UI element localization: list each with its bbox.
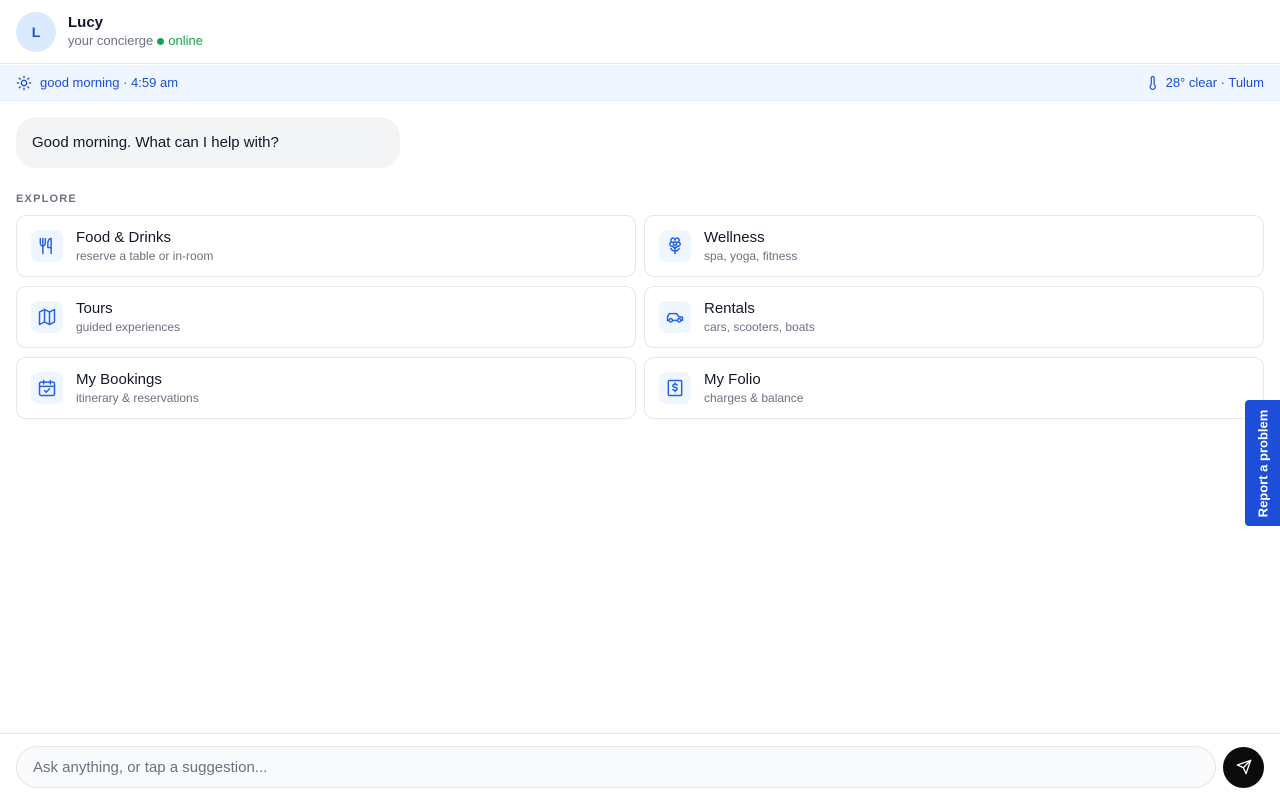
assistant-message-text: Good morning. What can I help with? xyxy=(32,134,279,151)
utensils-icon xyxy=(31,230,63,262)
card-tours[interactable]: Tours guided experiences xyxy=(16,286,636,348)
send-button[interactable] xyxy=(1223,746,1264,788)
composer xyxy=(0,733,1280,800)
weather: 28° clear · Tulum xyxy=(1146,75,1264,91)
thermometer-icon xyxy=(1149,75,1156,90)
agent-subtitle: your concierge online xyxy=(68,33,203,49)
greeting-time-text: good morning · 4:59 am xyxy=(40,75,179,90)
agent-name: Lucy xyxy=(68,14,104,31)
explore-grid: Food & Drinks reserve a table or in-room… xyxy=(16,215,1264,419)
assistant-message: Good morning. What can I help with? xyxy=(16,117,400,168)
chat-header: L Lucy your concierge online xyxy=(0,0,1280,64)
card-title: Wellness xyxy=(704,228,765,246)
receipt-icon xyxy=(659,372,691,404)
card-subtitle: reserve a table or in-room xyxy=(76,248,214,263)
card-title: Tours xyxy=(76,299,113,317)
send-icon xyxy=(1236,759,1251,775)
card-title: Food & Drinks xyxy=(76,228,172,246)
card-rentals[interactable]: Rentals cars, scooters, boats xyxy=(644,286,1264,348)
card-my-bookings[interactable]: My Bookings itinerary & reservations xyxy=(16,357,636,419)
card-subtitle: charges & balance xyxy=(704,390,804,405)
flower-icon xyxy=(659,230,691,262)
explore-label: EXPLORE xyxy=(16,193,77,205)
report-problem-label: Report a problem xyxy=(1255,409,1270,517)
online-dot-icon xyxy=(157,37,165,45)
calendar-check-icon xyxy=(31,372,63,404)
card-subtitle: guided experiences xyxy=(76,319,181,334)
card-wellness[interactable]: Wellness spa, yoga, fitness xyxy=(644,215,1264,277)
card-title: Rentals xyxy=(704,299,755,317)
agent-role: your concierge xyxy=(68,33,154,48)
card-subtitle: spa, yoga, fitness xyxy=(704,248,798,263)
car-icon xyxy=(659,301,691,333)
online-status: online xyxy=(168,33,203,48)
weather-text: 28° clear · Tulum xyxy=(1165,75,1264,90)
agent-info: Lucy your concierge online xyxy=(68,14,203,49)
greeting-time: good morning · 4:59 am xyxy=(16,75,178,91)
map-icon xyxy=(31,301,63,333)
status-strip: good morning · 4:59 am 28° clear · Tulum xyxy=(0,65,1280,101)
concierge-app: L Lucy your concierge online good mornin… xyxy=(0,0,1280,800)
sun-icon xyxy=(16,75,32,90)
card-title: My Folio xyxy=(704,370,761,388)
message-input[interactable] xyxy=(16,746,1216,788)
card-my-folio[interactable]: My Folio charges & balance xyxy=(644,357,1264,419)
card-subtitle: itinerary & reservations xyxy=(76,390,199,405)
report-problem-button[interactable]: Report a problem xyxy=(1245,400,1280,526)
card-subtitle: cars, scooters, boats xyxy=(704,319,815,334)
card-title: My Bookings xyxy=(76,370,162,388)
avatar: L xyxy=(16,11,56,52)
card-food-drinks[interactable]: Food & Drinks reserve a table or in-room xyxy=(16,215,636,277)
